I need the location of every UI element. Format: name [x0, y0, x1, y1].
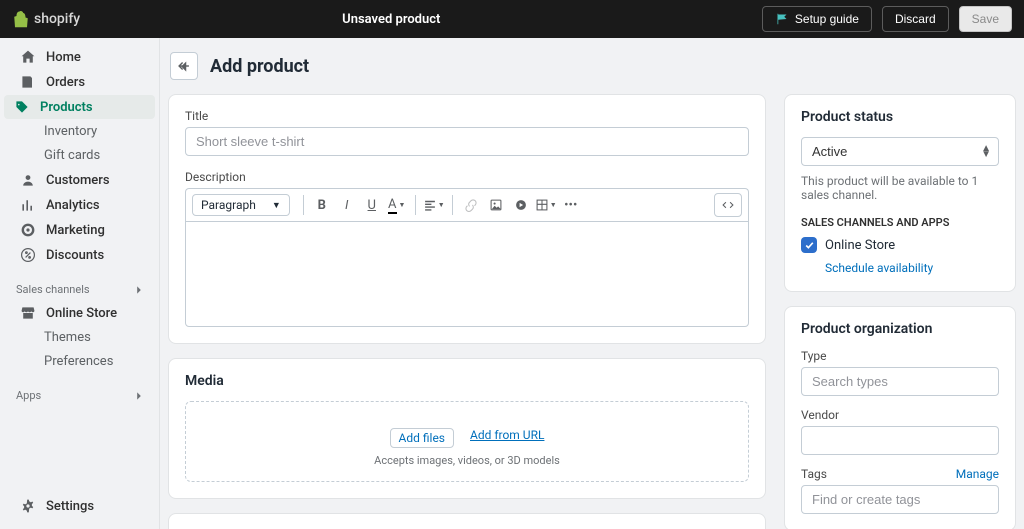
- paragraph-select[interactable]: Paragraph ▼: [192, 194, 290, 216]
- card-pricing: Pricing Price: [168, 513, 766, 529]
- topbar-actions: Setup guide Discard Save: [762, 6, 1012, 32]
- video-icon: [514, 198, 528, 212]
- nav-inventory[interactable]: Inventory: [4, 120, 155, 143]
- sidebar: Home Orders Products Inventory Gift card…: [0, 38, 160, 529]
- org-heading: Product organization: [801, 321, 999, 337]
- table-button[interactable]: ▼: [535, 194, 557, 216]
- marketing-icon: [20, 222, 36, 238]
- align-icon: [423, 198, 437, 212]
- status-value[interactable]: [801, 137, 999, 166]
- channels-heading: SALES CHANNELS AND APPS: [801, 216, 999, 229]
- image-button[interactable]: [485, 194, 507, 216]
- media-dropzone[interactable]: Add files Add from URL Accepts images, v…: [185, 401, 749, 482]
- gear-icon: [20, 498, 36, 514]
- image-icon: [489, 198, 503, 212]
- toolbar-separator: [303, 195, 304, 215]
- products-icon: [14, 99, 30, 115]
- vendor-label: Vendor: [801, 408, 999, 422]
- video-button[interactable]: [510, 194, 532, 216]
- description-editor[interactable]: [185, 221, 749, 327]
- logo-text: shopify: [34, 11, 80, 27]
- checkbox-checked[interactable]: [801, 237, 817, 253]
- description-label: Description: [185, 170, 749, 184]
- nav-marketing[interactable]: Marketing: [4, 218, 155, 242]
- home-icon: [20, 49, 36, 65]
- status-hint: This product will be available to 1 sale…: [801, 174, 999, 202]
- nav-themes[interactable]: Themes: [4, 326, 155, 349]
- add-files-button[interactable]: Add files: [390, 428, 454, 448]
- save-button[interactable]: Save: [959, 6, 1012, 32]
- schedule-availability-link[interactable]: Schedule availability: [801, 261, 999, 275]
- tags-input[interactable]: [801, 485, 999, 514]
- type-label: Type: [801, 349, 999, 363]
- nav-section-apps[interactable]: Apps: [0, 383, 159, 406]
- online-store-channel[interactable]: Online Store: [801, 237, 999, 253]
- page-title: Add product: [210, 56, 309, 77]
- back-button[interactable]: [170, 52, 198, 80]
- topbar: shopify Unsaved product Setup guide Disc…: [0, 0, 1024, 38]
- page-header: Add product: [168, 52, 1016, 80]
- card-organization: Product organization Type Vendor Tags Ma…: [784, 306, 1016, 529]
- card-title-description: Title Description Paragraph ▼ B I U: [168, 94, 766, 344]
- bold-button[interactable]: B: [311, 194, 333, 216]
- type-input[interactable]: [801, 367, 999, 396]
- more-button[interactable]: •••: [560, 194, 582, 216]
- toolbar-separator: [415, 195, 416, 215]
- underline-button[interactable]: U: [361, 194, 383, 216]
- discounts-icon: [20, 247, 36, 263]
- toolbar-separator: [452, 195, 453, 215]
- align-button[interactable]: ▼: [423, 194, 445, 216]
- table-icon: [535, 198, 549, 212]
- nav-settings[interactable]: Settings: [4, 494, 164, 518]
- topbar-title: Unsaved product: [342, 12, 440, 27]
- vendor-input[interactable]: [801, 426, 999, 455]
- nav-gift-cards[interactable]: Gift cards: [4, 144, 155, 167]
- nav-customers[interactable]: Customers: [4, 168, 155, 192]
- orders-icon: [20, 74, 36, 90]
- link-icon: [464, 198, 478, 212]
- title-input[interactable]: [185, 127, 749, 156]
- nav-section-sales-channels[interactable]: Sales channels: [0, 277, 159, 300]
- code-view-button[interactable]: [714, 193, 742, 217]
- chevron-right-icon: [133, 284, 145, 296]
- flag-icon: [775, 13, 789, 25]
- nav-online-store[interactable]: Online Store: [4, 301, 155, 325]
- shopify-logo[interactable]: shopify: [12, 10, 80, 28]
- discard-button[interactable]: Discard: [882, 6, 949, 32]
- media-heading: Media: [185, 373, 749, 389]
- card-product-status: Product status ▲▼ This product will be a…: [784, 94, 1016, 292]
- chevron-down-icon: ▼: [272, 200, 281, 211]
- status-heading: Product status: [801, 109, 999, 125]
- online-store-icon: [20, 305, 36, 321]
- nav-products[interactable]: Products: [4, 95, 155, 119]
- italic-button[interactable]: I: [336, 194, 358, 216]
- customers-icon: [20, 172, 36, 188]
- arrow-left-icon: [177, 59, 191, 73]
- card-media: Media Add files Add from URL Accepts ima…: [168, 358, 766, 499]
- chevron-right-icon: [133, 390, 145, 402]
- check-icon: [804, 240, 815, 251]
- shopify-bag-icon: [12, 10, 30, 28]
- status-select[interactable]: ▲▼: [801, 137, 999, 166]
- title-label: Title: [185, 109, 749, 123]
- text-color-button[interactable]: A▼: [386, 194, 408, 216]
- editor-toolbar: Paragraph ▼ B I U A▼ ▼: [185, 188, 749, 221]
- setup-guide-button[interactable]: Setup guide: [762, 6, 872, 32]
- content-area: Add product Title Description Paragraph …: [160, 38, 1024, 529]
- media-hint: Accepts images, videos, or 3D models: [196, 454, 738, 467]
- nav-analytics[interactable]: Analytics: [4, 193, 155, 217]
- nav-preferences[interactable]: Preferences: [4, 350, 155, 373]
- add-from-url-link[interactable]: Add from URL: [470, 428, 544, 448]
- nav-orders[interactable]: Orders: [4, 70, 155, 94]
- nav-home[interactable]: Home: [4, 45, 155, 69]
- analytics-icon: [20, 197, 36, 213]
- link-button[interactable]: [460, 194, 482, 216]
- code-icon: [721, 198, 735, 212]
- tags-label: Tags: [801, 467, 827, 481]
- nav-discounts[interactable]: Discounts: [4, 243, 155, 267]
- manage-tags-link[interactable]: Manage: [956, 467, 999, 481]
